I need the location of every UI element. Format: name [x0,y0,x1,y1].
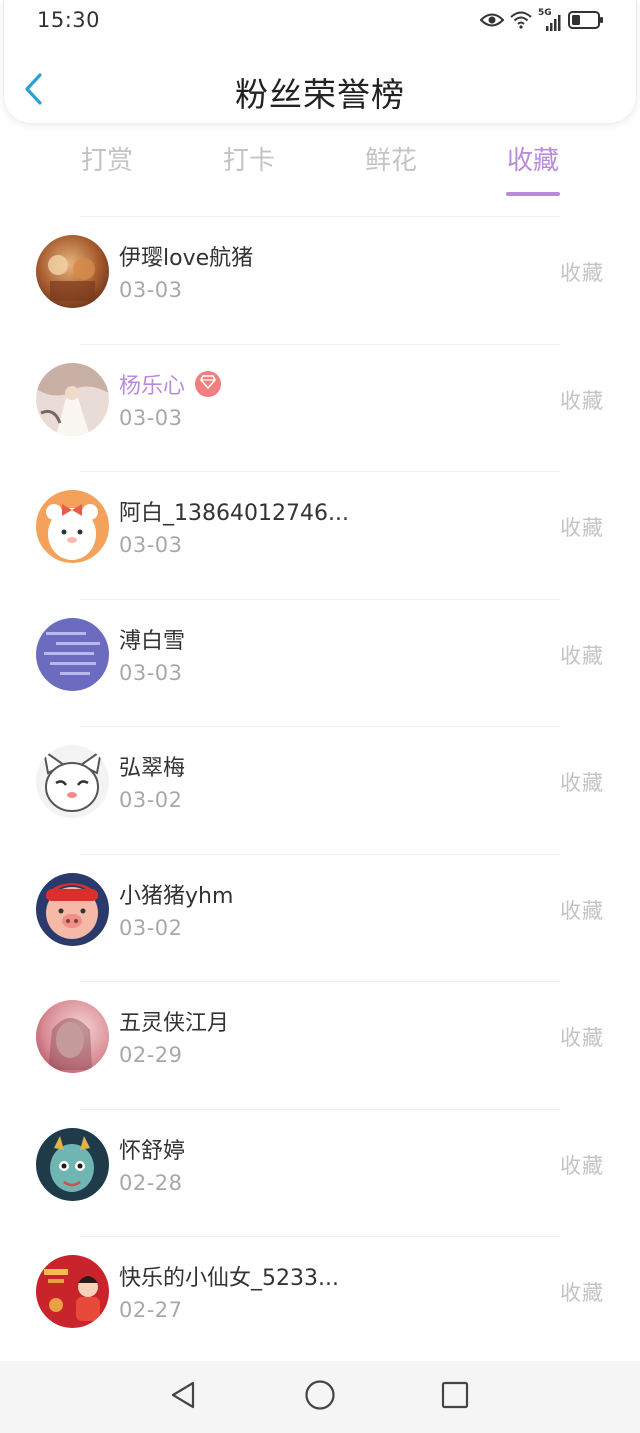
avatar [36,617,109,691]
fan-date: 02-27 [119,1298,183,1322]
fan-name: 杨乐心 [119,373,186,399]
list-item[interactable]: 小猪猪yhm 03-02 收藏 [0,853,640,982]
list-item[interactable]: 杨乐心 03-03 收藏 [0,343,640,472]
list-item[interactable]: 溥白雪 03-03 收藏 [0,598,640,727]
vip-badge [195,370,222,397]
tab-favorites[interactable]: 收藏 [473,140,593,196]
list-item[interactable]: 阿白_13864012746... 03-03 收藏 [0,471,640,599]
page-title: 粉丝荣誉榜 [235,75,405,114]
fan-action-label: 收藏 [560,1153,604,1178]
avatar [36,872,109,946]
fan-name: 溥白雪 [119,628,186,654]
avatar [36,490,109,563]
fan-name-row: 溥白雪 [119,623,185,655]
avatar [36,1255,109,1328]
tab-bar: 打赏 打卡 鲜花 收藏 [0,140,640,200]
tab-reward[interactable]: 打赏 [47,140,167,177]
fan-name-row: 弘翠梅 [119,750,185,782]
diamond-icon [200,374,216,393]
fan-name-row: 怀舒婷 [119,1133,185,1165]
avatar [36,362,109,436]
list-item[interactable]: 弘翠梅 03-02 收藏 [0,726,640,854]
nav-home-button[interactable] [300,1377,340,1417]
fan-action-label: 收藏 [560,898,604,923]
fan-name: 阿白_13864012746... [119,501,349,526]
fan-name: 快乐的小仙女_5233... [119,1266,339,1291]
list-item[interactable]: 怀舒婷 02-28 收藏 [0,1108,640,1237]
fan-date: 03-03 [119,660,183,685]
fan-name-row: 伊璎love航猪 [119,240,253,272]
wifi-icon [510,11,532,33]
fan-name-row: 小猪猪yhm [119,878,233,910]
fan-date: 03-03 [119,405,183,430]
fan-list: 伊璎love航猪 03-03 收藏 杨乐心 03-03 收藏 阿白_138640… [0,216,640,1364]
system-navigation-bar [0,1361,640,1433]
fan-name-row: 阿白_13864012746... [119,495,349,527]
home-circle-icon [304,1379,336,1415]
list-item[interactable]: 伊璎love航猪 03-03 收藏 [0,216,640,344]
fan-date: 03-02 [119,788,183,812]
fan-name-row: 五灵侠江月 [119,1005,229,1037]
fan-name: 怀舒婷 [119,1138,186,1164]
status-icons: 5G [474,8,604,34]
recents-square-icon [441,1381,469,1413]
battery-icon [568,10,604,34]
avatar [36,1000,109,1073]
fan-action-label: 收藏 [560,1026,604,1050]
eye-icon [479,12,505,32]
avatar [36,235,109,308]
tab-checkin[interactable]: 打卡 [189,140,309,177]
fan-name: 小猪猪yhm [119,883,234,909]
fan-date: 02-28 [119,1170,183,1195]
cellular-signal-icon: 5G [538,8,562,33]
fan-action-label: 收藏 [560,261,604,285]
fan-name: 五灵侠江月 [119,1011,230,1036]
fan-action-label: 收藏 [560,1281,604,1305]
fan-name-row: 杨乐心 [119,368,222,400]
fan-date: 03-02 [119,915,183,940]
fan-name-row: 快乐的小仙女_5233... [119,1260,339,1292]
avatar [36,745,109,818]
avatar [36,1127,109,1201]
list-item[interactable]: 五灵侠江月 02-29 收藏 [0,981,640,1109]
tab-flowers[interactable]: 鲜花 [331,140,451,177]
fan-date: 02-29 [119,1043,183,1067]
nav-recents-button[interactable] [435,1377,475,1417]
list-item[interactable]: 快乐的小仙女_5233... 02-27 收藏 [0,1236,640,1364]
fan-action-label: 收藏 [560,643,604,668]
fan-action-label: 收藏 [560,771,604,795]
fan-date: 03-03 [119,533,183,557]
fan-name: 弘翠梅 [119,756,186,781]
status-time: 15:30 [37,8,101,32]
fan-name: 伊璎love航猪 [119,246,254,271]
fan-action-label: 收藏 [560,388,604,413]
fan-date: 03-03 [119,278,183,302]
fan-action-label: 收藏 [560,516,604,540]
nav-back-button[interactable] [163,1377,203,1417]
active-tab-indicator [506,192,560,196]
back-triangle-icon [169,1380,197,1414]
tab-favorites-label: 收藏 [506,146,559,176]
